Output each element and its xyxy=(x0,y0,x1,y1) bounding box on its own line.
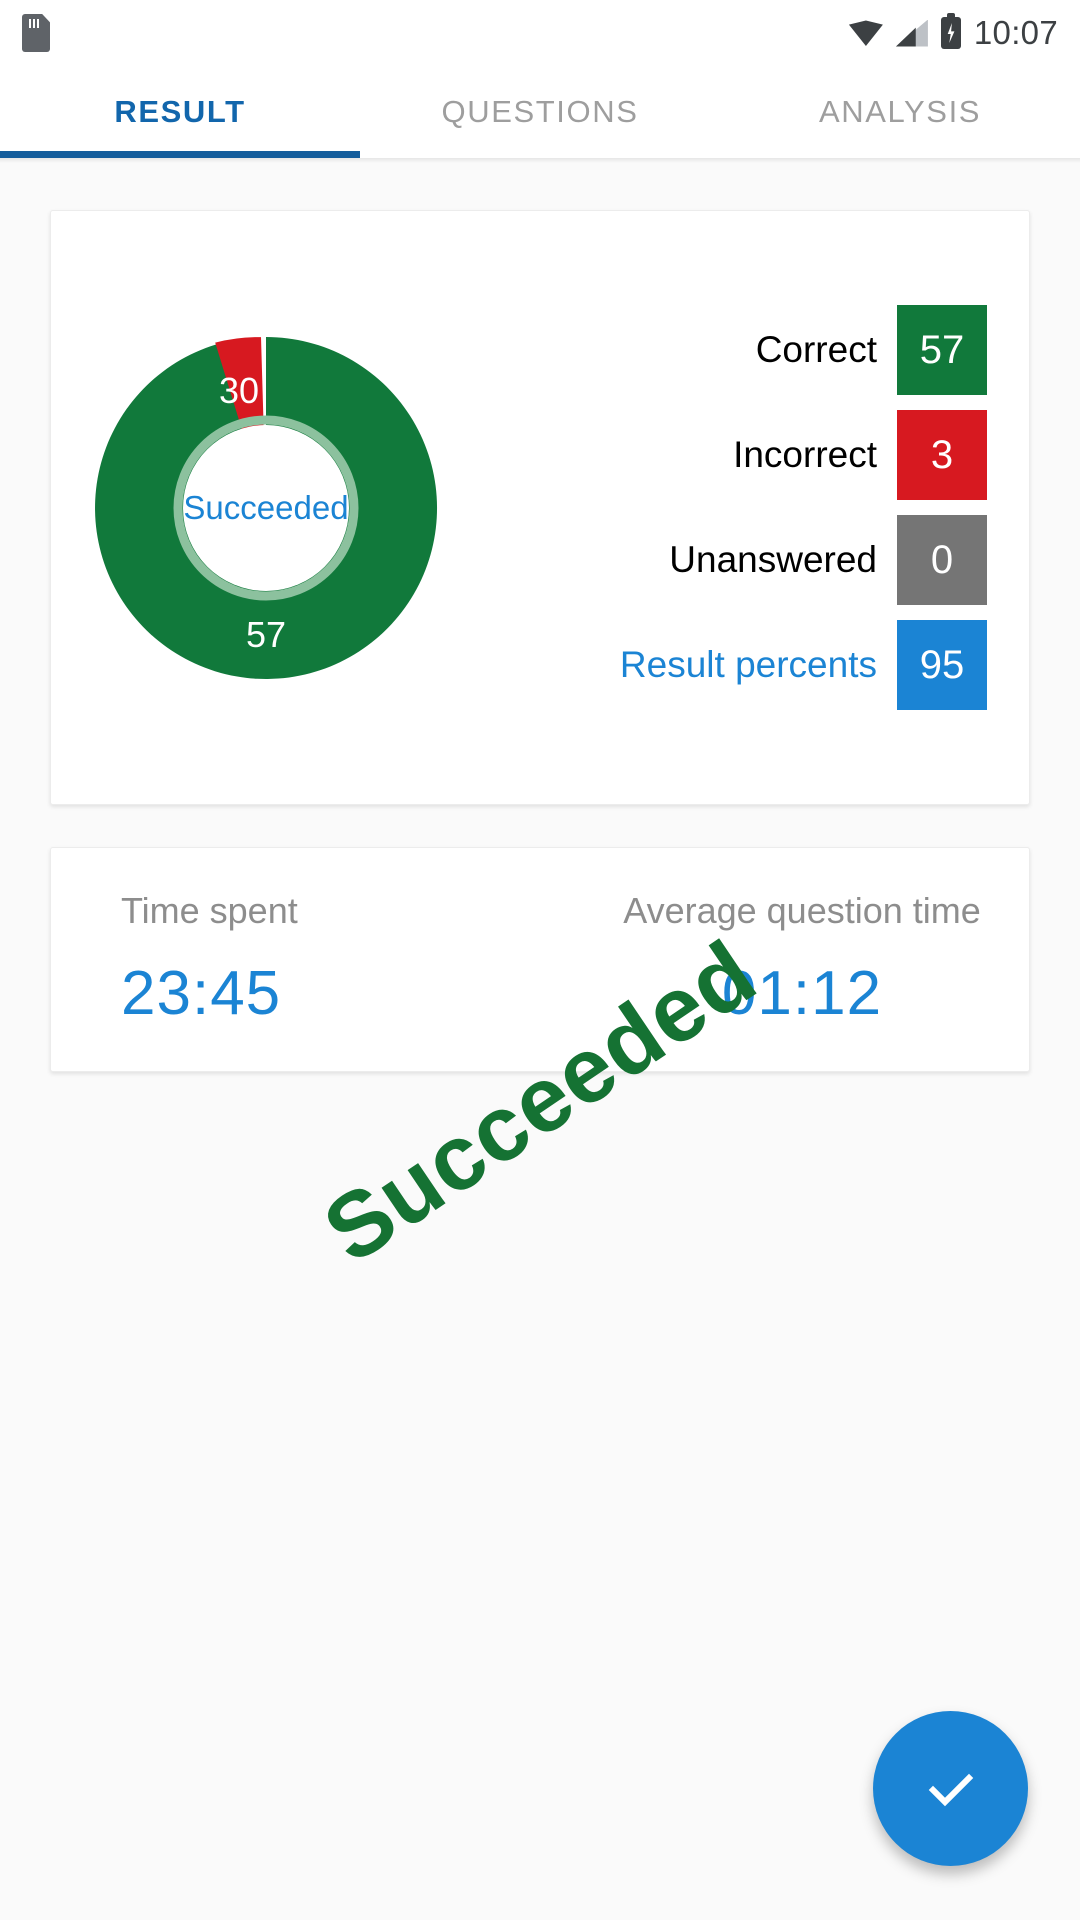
tab-questions[interactable]: QUESTIONS xyxy=(360,66,720,158)
tab-bar: RESULT QUESTIONS ANALYSIS xyxy=(0,66,1080,158)
time-summary-card: Time spent 23:45 Average question time 0… xyxy=(50,847,1030,1072)
legend-row-incorrect: Incorrect 3 xyxy=(481,410,987,500)
tab-analysis[interactable]: ANALYSIS xyxy=(720,66,1080,158)
legend-value-correct: 57 xyxy=(897,305,987,395)
tab-bar-shadow xyxy=(0,158,1080,163)
wifi-icon xyxy=(848,20,883,46)
status-bar: 10:07 xyxy=(0,0,1080,66)
active-tab-indicator xyxy=(0,151,360,158)
status-bar-left xyxy=(22,14,50,52)
donut-label-incorrect: 30 xyxy=(219,370,259,411)
average-question-time-block: Average question time 01:12 xyxy=(575,848,1029,1071)
time-spent-block: Time spent 23:45 xyxy=(51,848,575,1071)
donut-center-label: Succeeded xyxy=(183,488,349,526)
confirm-fab-button[interactable] xyxy=(873,1711,1028,1866)
donut-label-correct: 57 xyxy=(246,614,286,655)
status-bar-clock: 10:07 xyxy=(973,14,1058,51)
time-spent-label: Time spent xyxy=(121,890,298,931)
result-summary-card: 57 30 Succeeded Correct 57 Incorrect 3 U… xyxy=(50,210,1030,805)
check-icon xyxy=(928,1773,973,1806)
cellular-signal-icon xyxy=(895,19,928,47)
legend-row-unanswered: Unanswered 0 xyxy=(481,515,987,605)
result-page: 57 30 Succeeded Correct 57 Incorrect 3 U… xyxy=(0,210,1080,1920)
average-question-time-label: Average question time xyxy=(623,890,981,931)
legend-value-result-percents: 95 xyxy=(897,620,987,710)
legend-row-correct: Correct 57 xyxy=(481,305,987,395)
legend-label-unanswered: Unanswered xyxy=(669,539,877,580)
sd-card-icon xyxy=(22,14,50,52)
status-bar-right: 10:07 xyxy=(848,13,1058,52)
tab-result[interactable]: RESULT xyxy=(0,66,360,158)
result-donut-chart: 57 30 Succeeded xyxy=(51,211,481,804)
legend-label-result-percents: Result percents xyxy=(619,644,877,685)
time-spent-value: 23:45 xyxy=(121,959,282,1028)
legend-value-incorrect: 3 xyxy=(897,410,987,500)
legend-label-incorrect: Incorrect xyxy=(733,434,877,475)
legend-label-correct: Correct xyxy=(755,329,877,370)
result-legend: Correct 57 Incorrect 3 Unanswered 0 Resu… xyxy=(481,211,1029,804)
battery-charging-icon xyxy=(940,13,961,49)
average-question-time-value: 01:12 xyxy=(721,959,883,1028)
legend-row-result-percents: Result percents 95 xyxy=(481,620,987,710)
legend-value-unanswered: 0 xyxy=(897,515,987,605)
